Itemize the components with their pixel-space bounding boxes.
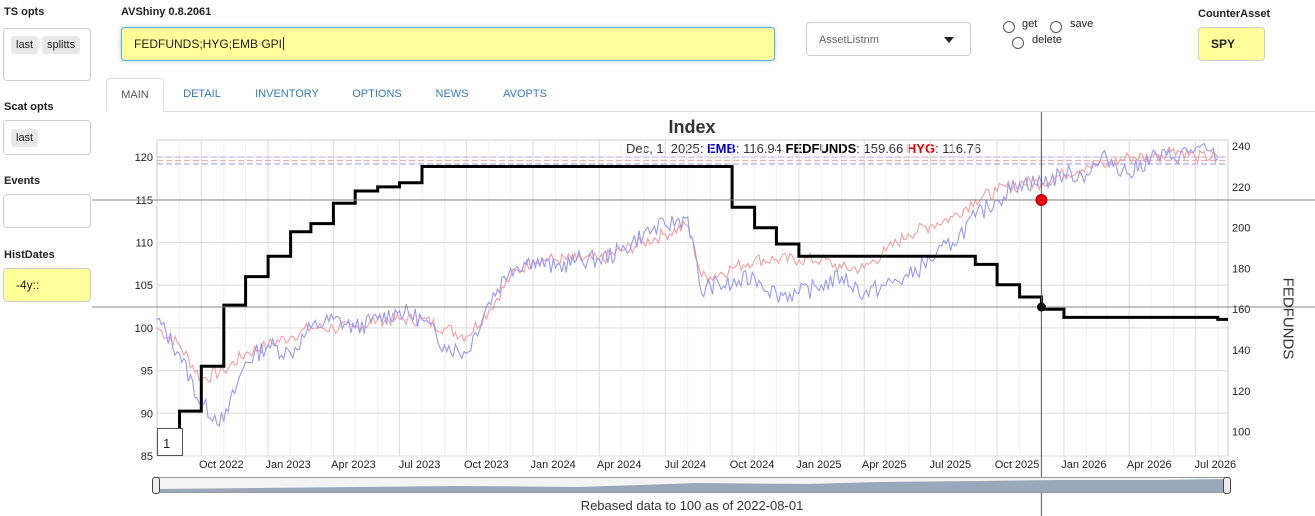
series-fedfunds-line (157, 165, 1228, 433)
y-tick-label: 90 (141, 408, 153, 420)
x-tick-label: Jan 2024 (530, 459, 575, 471)
y-tick-label: 110 (135, 237, 153, 249)
x-tick-label: Oct 2022 (199, 459, 244, 471)
y2-tick-label: 200 (1232, 223, 1250, 235)
range-handle-left[interactable] (152, 477, 160, 494)
y2-axis-label: FEDFUNDS (1279, 277, 1297, 360)
x-tick-label: Jan 2025 (796, 459, 841, 471)
x-tick-label: Jul 2023 (399, 459, 441, 471)
y2-tick-label: 160 (1232, 304, 1250, 316)
y-tick-label: 95 (141, 366, 153, 378)
x-tick-label: Apr 2026 (1127, 459, 1172, 471)
x-tick-label: Jul 2024 (664, 459, 706, 471)
y-tick-label: 100 (135, 323, 153, 335)
y2-tick-label: 180 (1232, 263, 1250, 275)
range-selector-sparkline (158, 479, 1227, 492)
x-tick-label: Jan 2023 (265, 459, 310, 471)
highlight-point-hyg (1035, 194, 1048, 206)
x-tick-label: Oct 2025 (995, 459, 1040, 471)
x-tick-label: Jul 2026 (1195, 459, 1237, 471)
chart-footer: Rebased data to 100 as of 2022-08-01 (580, 498, 804, 513)
y-tick-label: 115 (135, 195, 153, 207)
x-tick-label: Jul 2025 (930, 459, 972, 471)
range-handle-right[interactable] (1223, 477, 1231, 494)
x-tick-label: Jan 2026 (1061, 459, 1106, 471)
y2-tick-label: 220 (1232, 182, 1250, 194)
range-selector[interactable] (157, 477, 1228, 493)
x-tick-label: Apr 2024 (597, 459, 642, 471)
y-tick-label: 120 (135, 152, 153, 164)
x-tick-label: Apr 2025 (862, 459, 907, 471)
y2-tick-label: 100 (1232, 427, 1250, 439)
range-marker-label: 1 (157, 428, 183, 456)
x-tick-label: Oct 2024 (730, 459, 775, 471)
highlight-point-fedfunds (1036, 302, 1046, 312)
y2-tick-label: 120 (1232, 386, 1250, 398)
x-tick-label: Oct 2023 (464, 459, 509, 471)
x-tick-label: Apr 2023 (331, 459, 376, 471)
plot-area (156, 139, 1229, 457)
y-tick-label: 85 (141, 451, 153, 463)
y2-tick-label: 140 (1232, 345, 1250, 357)
y-tick-label: 105 (135, 280, 153, 292)
index-chart[interactable]: Oct 2022 Jan 2023 Apr 2023 Jul 2023 Oct 2023… (0, 0, 1315, 516)
y2-tick-label: 240 (1232, 141, 1250, 153)
